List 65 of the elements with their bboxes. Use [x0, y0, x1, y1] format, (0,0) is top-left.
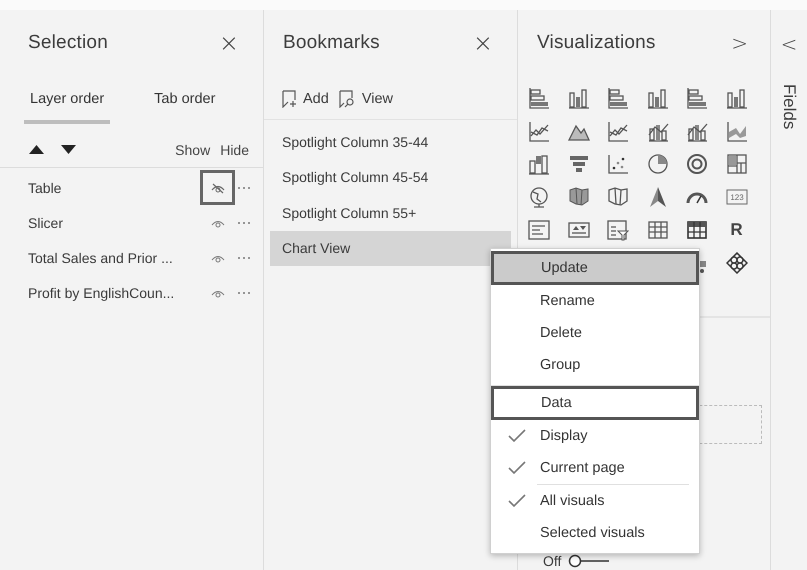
more-icon [237, 290, 251, 294]
bookmark-item[interactable]: Spotlight Column 35-44 [270, 124, 511, 160]
line-chart-icon[interactable] [607, 120, 629, 142]
matrix-icon[interactable] [686, 219, 708, 241]
menu-item[interactable]: Rename [491, 285, 699, 317]
bookmark-item[interactable]: Spotlight Column 45-54 [270, 160, 511, 195]
bookmark-search-icon [338, 90, 355, 108]
column-chart-icon[interactable] [726, 87, 748, 109]
more-icon [237, 256, 251, 260]
column-chart-icon[interactable] [568, 87, 590, 109]
funnel-chart-icon[interactable] [568, 153, 590, 175]
ribbon-chart-icon[interactable] [726, 120, 748, 142]
visibility-toggle[interactable] [200, 170, 235, 205]
panel-title: Selection [28, 32, 108, 54]
stacked-bar-chart-icon[interactable] [607, 87, 629, 109]
treemap-icon[interactable] [726, 153, 748, 175]
pie-chart-icon[interactable] [646, 153, 668, 175]
waterfall-chart-icon[interactable] [528, 153, 550, 175]
column-chart-icon[interactable] [646, 87, 668, 109]
line-chart-icon[interactable] [528, 120, 550, 142]
multi-row-card-icon[interactable] [528, 219, 550, 241]
hide-button[interactable]: Hide [220, 142, 249, 158]
panel-title: Bookmarks [283, 32, 380, 54]
shape-map-icon[interactable] [607, 186, 629, 208]
menu-item[interactable]: Selected visuals [491, 517, 699, 549]
bookmark-add-icon [282, 90, 296, 108]
globe-icon[interactable] [528, 186, 550, 208]
bookmark-item[interactable]: Chart View [270, 230, 511, 266]
layer-name[interactable]: Slicer [28, 214, 200, 230]
menu-item[interactable]: All visuals [491, 485, 699, 517]
diamond-icon[interactable] [726, 252, 748, 274]
show-button[interactable]: Show [175, 142, 210, 158]
view-button[interactable]: View [338, 90, 393, 108]
move-down-icon [61, 145, 76, 154]
collapse-button[interactable]: > [729, 31, 750, 55]
slicer-icon[interactable] [607, 219, 629, 241]
close-button[interactable]: × [470, 29, 495, 57]
tab[interactable]: Tab order [148, 80, 222, 124]
more-icon [237, 186, 251, 190]
expand-button[interactable]: < [778, 32, 800, 56]
donut-chart-icon[interactable] [686, 153, 708, 175]
scatter-chart-icon[interactable] [607, 153, 629, 175]
layer-name[interactable]: Table [28, 180, 200, 196]
panel-title: Visualizations [537, 32, 656, 54]
menu-item[interactable]: Update [491, 251, 699, 285]
tab[interactable]: Layer order [24, 80, 110, 124]
close-button[interactable]: × [216, 29, 241, 57]
table-icon[interactable] [646, 219, 668, 241]
more-icon [237, 220, 251, 224]
panel-title[interactable]: Fields [779, 84, 799, 130]
toggle-label: Off [543, 553, 562, 569]
layer-name[interactable]: Total Sales and Prior ... [28, 250, 200, 266]
filled-map-icon[interactable] [568, 186, 590, 208]
layer-name[interactable]: Profit by EnglishCoun... [28, 284, 200, 300]
menu-item[interactable]: Delete [491, 317, 699, 349]
r-visual-icon[interactable]: R [726, 219, 748, 241]
stacked-bar-chart-icon[interactable] [686, 87, 708, 109]
menu-item[interactable]: Data [491, 386, 699, 420]
move-up-icon [29, 145, 44, 154]
menu-item[interactable]: Display [491, 420, 699, 452]
menu-item[interactable]: Group [491, 349, 699, 381]
menu-item[interactable]: Current page [491, 452, 699, 484]
add-button[interactable]: Add [282, 90, 329, 108]
bookmark-item[interactable]: Spotlight Column 55+ [270, 195, 511, 230]
stacked-bar-chart-icon[interactable] [528, 87, 550, 109]
